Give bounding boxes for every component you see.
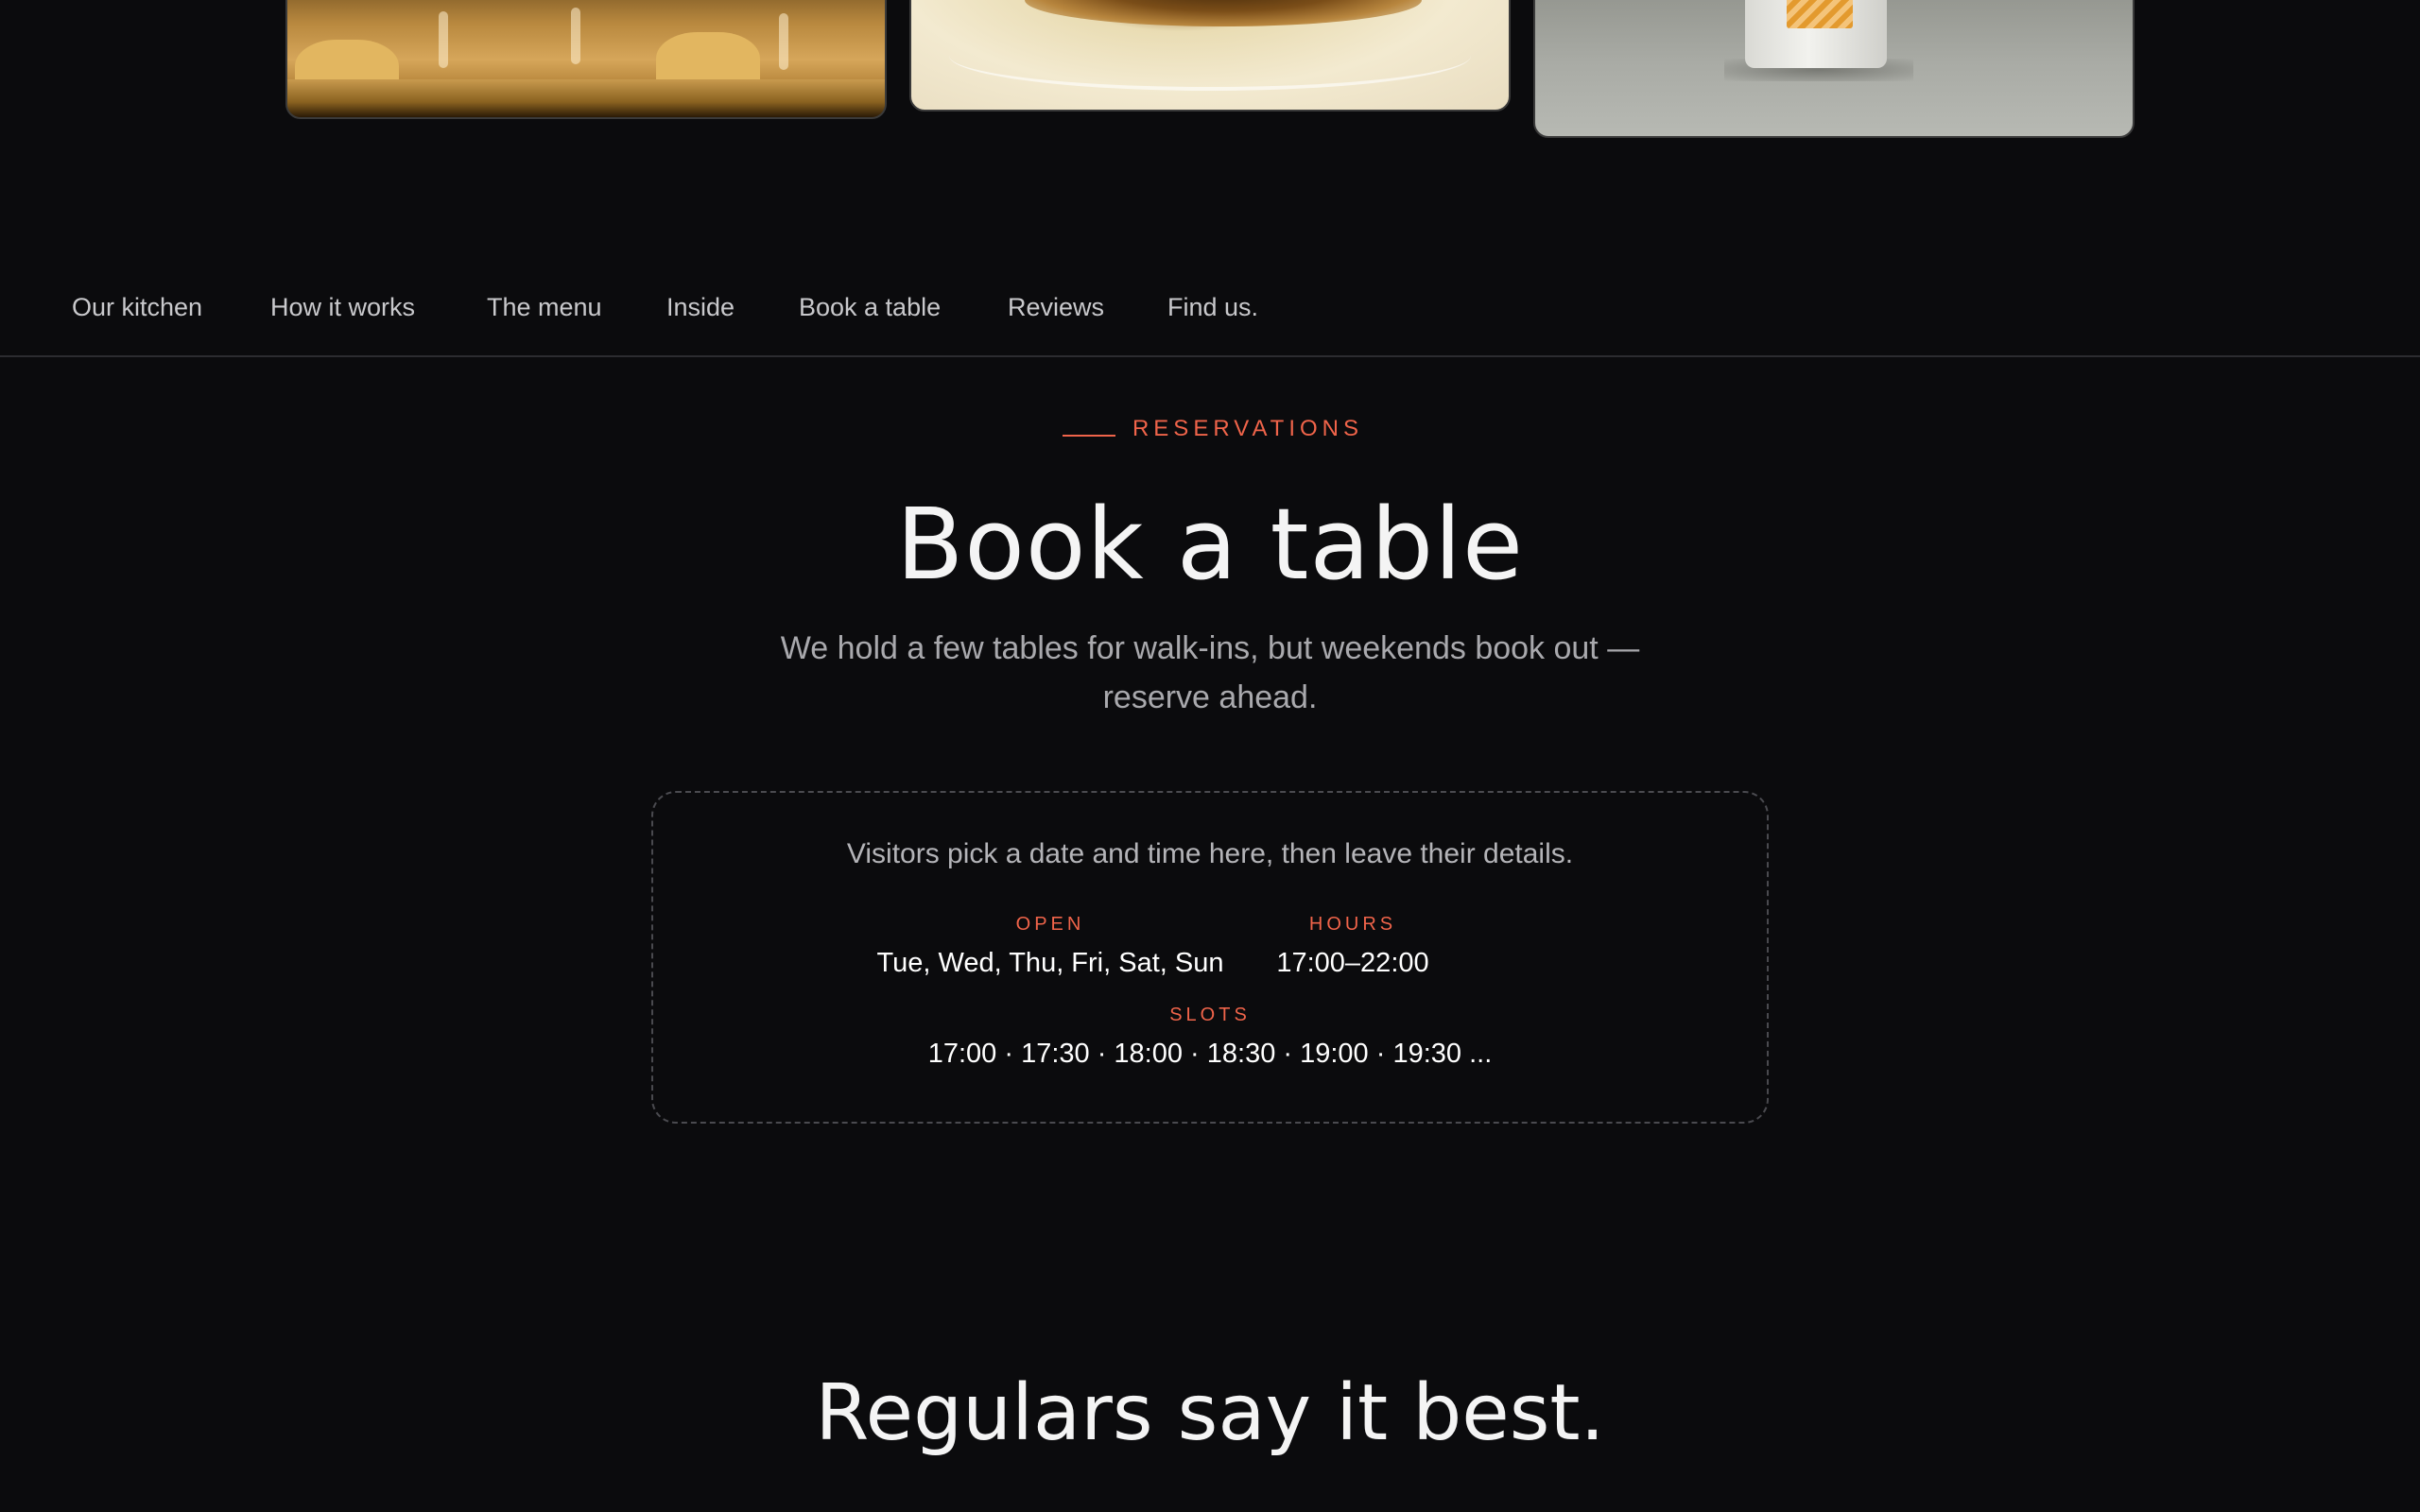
booking-widget-placeholder[interactable]: Visitors pick a date and time here, then…	[651, 791, 1769, 1124]
wine-glass-shape	[439, 11, 448, 68]
wine-glass-shape	[779, 13, 788, 70]
slots-label: SLOTS	[1169, 1005, 1251, 1025]
gallery-image-dining-room[interactable]	[285, 0, 887, 119]
section-eyebrow: RESERVATIONS	[1132, 416, 1364, 441]
gallery-image-coffee-bag[interactable]	[1533, 0, 2135, 138]
nav-item-how-it-works[interactable]: How it works	[270, 293, 415, 322]
plate-rim-shape	[949, 21, 1471, 91]
section-nav: Our kitchen How it works The menu Inside…	[0, 274, 2420, 357]
nav-item-inside[interactable]: Inside	[666, 293, 735, 322]
coffee-bag-shape	[1745, 0, 1887, 68]
nav-item-book-a-table[interactable]: Book a table	[799, 293, 941, 322]
reviews-heading: Regulars say it best.	[815, 1368, 1605, 1458]
table-edge-shape	[287, 79, 885, 117]
bag-label-shape	[1787, 0, 1853, 28]
page-title: Book a table	[895, 487, 1525, 602]
nav-item-the-menu[interactable]: The menu	[487, 293, 602, 322]
hours-label: HOURS	[1308, 914, 1397, 935]
slots-value: 17:00 · 17:30 · 18:00 · 18:30 · 19:00 · …	[927, 1039, 1493, 1069]
wine-glass-shape	[571, 8, 580, 64]
hours-value: 17:00–22:00	[1276, 948, 1429, 978]
section-subtitle: We hold a few tables for walk-ins, but w…	[780, 630, 1640, 715]
nav-item-find-us[interactable]: Find us.	[1167, 293, 1258, 322]
open-days-value: Tue, Wed, Thu, Fri, Sat, Sun	[876, 948, 1224, 978]
gallery-image-plated-dish[interactable]	[909, 0, 1511, 112]
booking-intro: Visitors pick a date and time here, then…	[846, 838, 1574, 869]
nav-item-our-kitchen[interactable]: Our kitchen	[72, 293, 202, 322]
nav-item-reviews[interactable]: Reviews	[1008, 293, 1104, 322]
open-days-label: OPEN	[1015, 914, 1085, 935]
